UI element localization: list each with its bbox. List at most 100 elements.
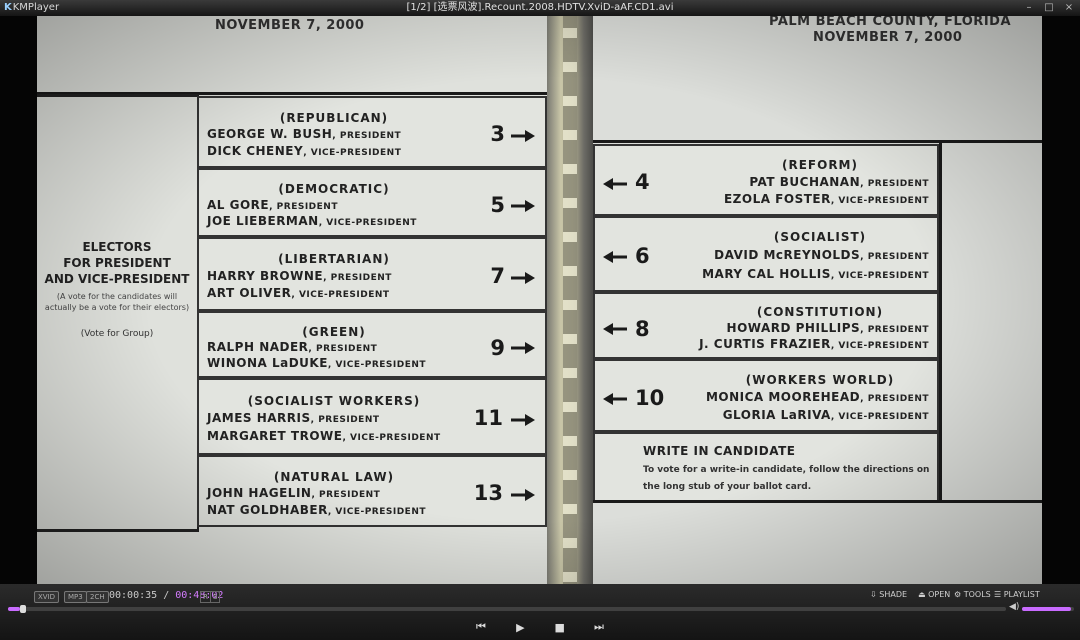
write-in-heading: WRITE IN CANDIDATE — [643, 444, 796, 458]
candidate-box-5: (SOCIALIST WORKERS) JAMES HARRIS, PRESIDE… — [197, 378, 547, 455]
punch-number: 10 — [635, 385, 665, 410]
volume-level — [1022, 607, 1072, 611]
party-name: (REFORM) — [782, 157, 858, 172]
party-name: (LIBERTARIAN) — [278, 252, 390, 267]
stop-button[interactable]: ■ — [549, 621, 571, 634]
arrow-left-icon — [603, 323, 627, 336]
president-name: HOWARD PHILLIPS, PRESIDENT — [726, 320, 929, 335]
electors-note: (A vote for the candidates will actually… — [44, 292, 190, 312]
shuffle-button[interactable]: S — [210, 591, 221, 603]
president-name: DAVID McREYNOLDS, PRESIDENT — [714, 248, 929, 263]
president-name: PAT BUCHANAN, PRESIDENT — [749, 174, 929, 189]
ballot-left-page: NOVEMBER 7, 2000 ELECTORS FOR PRESIDENT … — [37, 16, 547, 584]
electors-box: ELECTORS FOR PRESIDENT AND VICE-PRESIDEN… — [37, 94, 199, 532]
arrow-right-icon — [511, 271, 535, 284]
president-name: AL GORE, PRESIDENT — [207, 197, 338, 212]
candidate-box-3: (LIBERTARIAN) HARRY BROWNE, PRESIDENT ART … — [197, 237, 547, 311]
vice-president-name: ART OLIVER, VICE-PRESIDENT — [207, 286, 390, 301]
volume-slider[interactable] — [1022, 607, 1074, 611]
arrow-right-icon — [511, 129, 535, 142]
vice-president-name: JOE LIEBERMAN, VICE-PRESIDENT — [207, 214, 417, 229]
arrow-right-icon — [511, 488, 535, 501]
open-button[interactable]: ⏏ OPEN — [918, 590, 950, 599]
electors-heading: ELECTORS FOR PRESIDENT AND VICE-PRESIDEN… — [44, 240, 190, 286]
party-name: (NATURAL LAW) — [273, 469, 395, 484]
video-frame: NOVEMBER 7, 2000 ELECTORS FOR PRESIDENT … — [37, 16, 1042, 584]
ballot-date-left: NOVEMBER 7, 2000 — [215, 18, 365, 33]
punch-number: 8 — [635, 316, 650, 341]
shade-icon: ⇩ — [870, 590, 877, 599]
president-name: JAMES HARRIS, PRESIDENT — [207, 410, 380, 425]
party-name: (CONSTITUTION) — [756, 304, 884, 319]
seek-progress — [8, 607, 20, 611]
time-elapsed: 00:00:35 — [109, 590, 158, 601]
vice-president-name: MARGARET TROWE, VICE-PRESIDENT — [207, 429, 441, 444]
candidate-box-right-4: 10 (WORKERS WORLD) MONICA MOOREHEAD, PRESI… — [593, 359, 939, 432]
previous-button[interactable]: ⏮ — [470, 620, 492, 634]
punch-number: 4 — [635, 170, 650, 195]
maximize-button[interactable]: □ — [1042, 2, 1056, 14]
party-name: (GREEN) — [302, 325, 366, 340]
codec-video-badge: XVID — [34, 591, 60, 603]
punch-number: 9 — [490, 335, 505, 360]
punch-number: 5 — [490, 193, 505, 218]
arrow-left-icon — [603, 393, 627, 406]
vice-president-name: NAT GOLDHABER, VICE-PRESIDENT — [207, 503, 426, 518]
ballot-right-page: PALM BEACH COUNTY, FLORIDA NOVEMBER 7, 2… — [593, 16, 1042, 584]
arrow-right-icon — [511, 413, 535, 426]
candidate-box-right-1: 4 (REFORM) PAT BUCHANAN, PRESIDENT EZOLA FO… — [593, 144, 939, 216]
volume-icon[interactable]: ◀) — [1009, 602, 1019, 612]
vote-for-group: (Vote for Group) — [80, 329, 154, 339]
minimize-button[interactable]: – — [1022, 2, 1036, 14]
candidate-box-2: (DEMOCRATIC) AL GORE, PRESIDENT JOE LIEBER… — [197, 168, 547, 237]
party-name: (DEMOCRATIC) — [278, 182, 390, 197]
vice-president-name: GLORIA LaRIVA, VICE-PRESIDENT — [722, 407, 929, 422]
arrow-right-icon — [511, 200, 535, 213]
arrow-right-icon — [511, 342, 535, 355]
list-icon: ☰ — [994, 590, 1002, 599]
vice-president-name: WINONA LaDUKE, VICE-PRESIDENT — [207, 355, 427, 370]
punch-number: 11 — [473, 406, 503, 431]
codec-audio-badge: MP3 — [64, 591, 87, 603]
party-name: (SOCIALIST) — [773, 230, 867, 245]
gear-icon: ⚙ — [954, 590, 962, 599]
candidate-box-right-2: 6 (SOCIALIST) DAVID McREYNOLDS, PRESIDENT M… — [593, 216, 939, 292]
window-title: [1/2] [选票风波].Recount.2008.HDTV.XviD-aAF.… — [406, 2, 674, 13]
vice-president-name: MARY CAL HOLLIS, VICE-PRESIDENT — [702, 266, 929, 281]
punch-number: 3 — [490, 122, 505, 147]
playback-buttons: ⏮ ▶ ■ ⏭ — [470, 618, 610, 636]
channels-badge: 2CH — [86, 591, 109, 603]
write-in-box: WRITE IN CANDIDATE To vote for a write-i… — [593, 432, 939, 502]
president-name: MONICA MOOREHEAD, PRESIDENT — [705, 390, 929, 405]
party-name: (REPUBLICAN) — [279, 110, 389, 125]
control-bar: XVID MP3 2CH 00:00:35 / 00:48:02 R S ⇩ S… — [0, 584, 1080, 640]
video-area[interactable]: NOVEMBER 7, 2000 ELECTORS FOR PRESIDENT … — [0, 16, 1080, 584]
shade-button[interactable]: ⇩ SHADE — [870, 590, 907, 599]
candidate-box-6: (NATURAL LAW) JOHN HAGELIN, PRESIDENT NAT … — [197, 455, 547, 527]
arrow-left-icon — [603, 177, 627, 190]
arrow-left-icon — [603, 251, 627, 264]
candidate-box-1: (REPUBLICAN) GEORGE W. BUSH, PRESIDENT DIC… — [197, 96, 547, 168]
close-button[interactable]: × — [1062, 2, 1076, 14]
party-name: (SOCIALIST WORKERS) — [247, 393, 421, 408]
vice-president-name: EZOLA FOSTER, VICE-PRESIDENT — [723, 192, 929, 207]
write-in-text: To vote for a write-in candidate, follow… — [643, 465, 930, 492]
ballot-date-right: NOVEMBER 7, 2000 — [813, 30, 963, 45]
punch-number: 7 — [490, 264, 505, 289]
playlist-button[interactable]: ☰ PLAYLIST — [994, 590, 1040, 599]
seek-bar[interactable] — [8, 605, 1006, 613]
president-name: HARRY BROWNE, PRESIDENT — [207, 268, 392, 283]
tools-button[interactable]: ⚙ TOOLS — [954, 590, 991, 599]
president-name: GEORGE W. BUSH, PRESIDENT — [207, 126, 402, 141]
play-button[interactable]: ▶ — [509, 621, 531, 634]
title-bar: KKMPlayer [1/2] [选票风波].Recount.2008.HDTV… — [0, 0, 1080, 16]
punch-number: 6 — [635, 243, 650, 268]
next-button[interactable]: ⏭ — [588, 620, 610, 634]
president-name: JOHN HAGELIN, PRESIDENT — [207, 485, 381, 500]
party-name: (WORKERS WORLD) — [745, 372, 895, 387]
seek-handle[interactable] — [19, 605, 26, 613]
president-name: RALPH NADER, PRESIDENT — [207, 339, 378, 354]
time-separator: / — [157, 590, 176, 601]
ballot-spine — [547, 16, 593, 584]
candidate-box-4: (GREEN) RALPH NADER, PRESIDENT WINONA LaDU… — [197, 311, 547, 378]
